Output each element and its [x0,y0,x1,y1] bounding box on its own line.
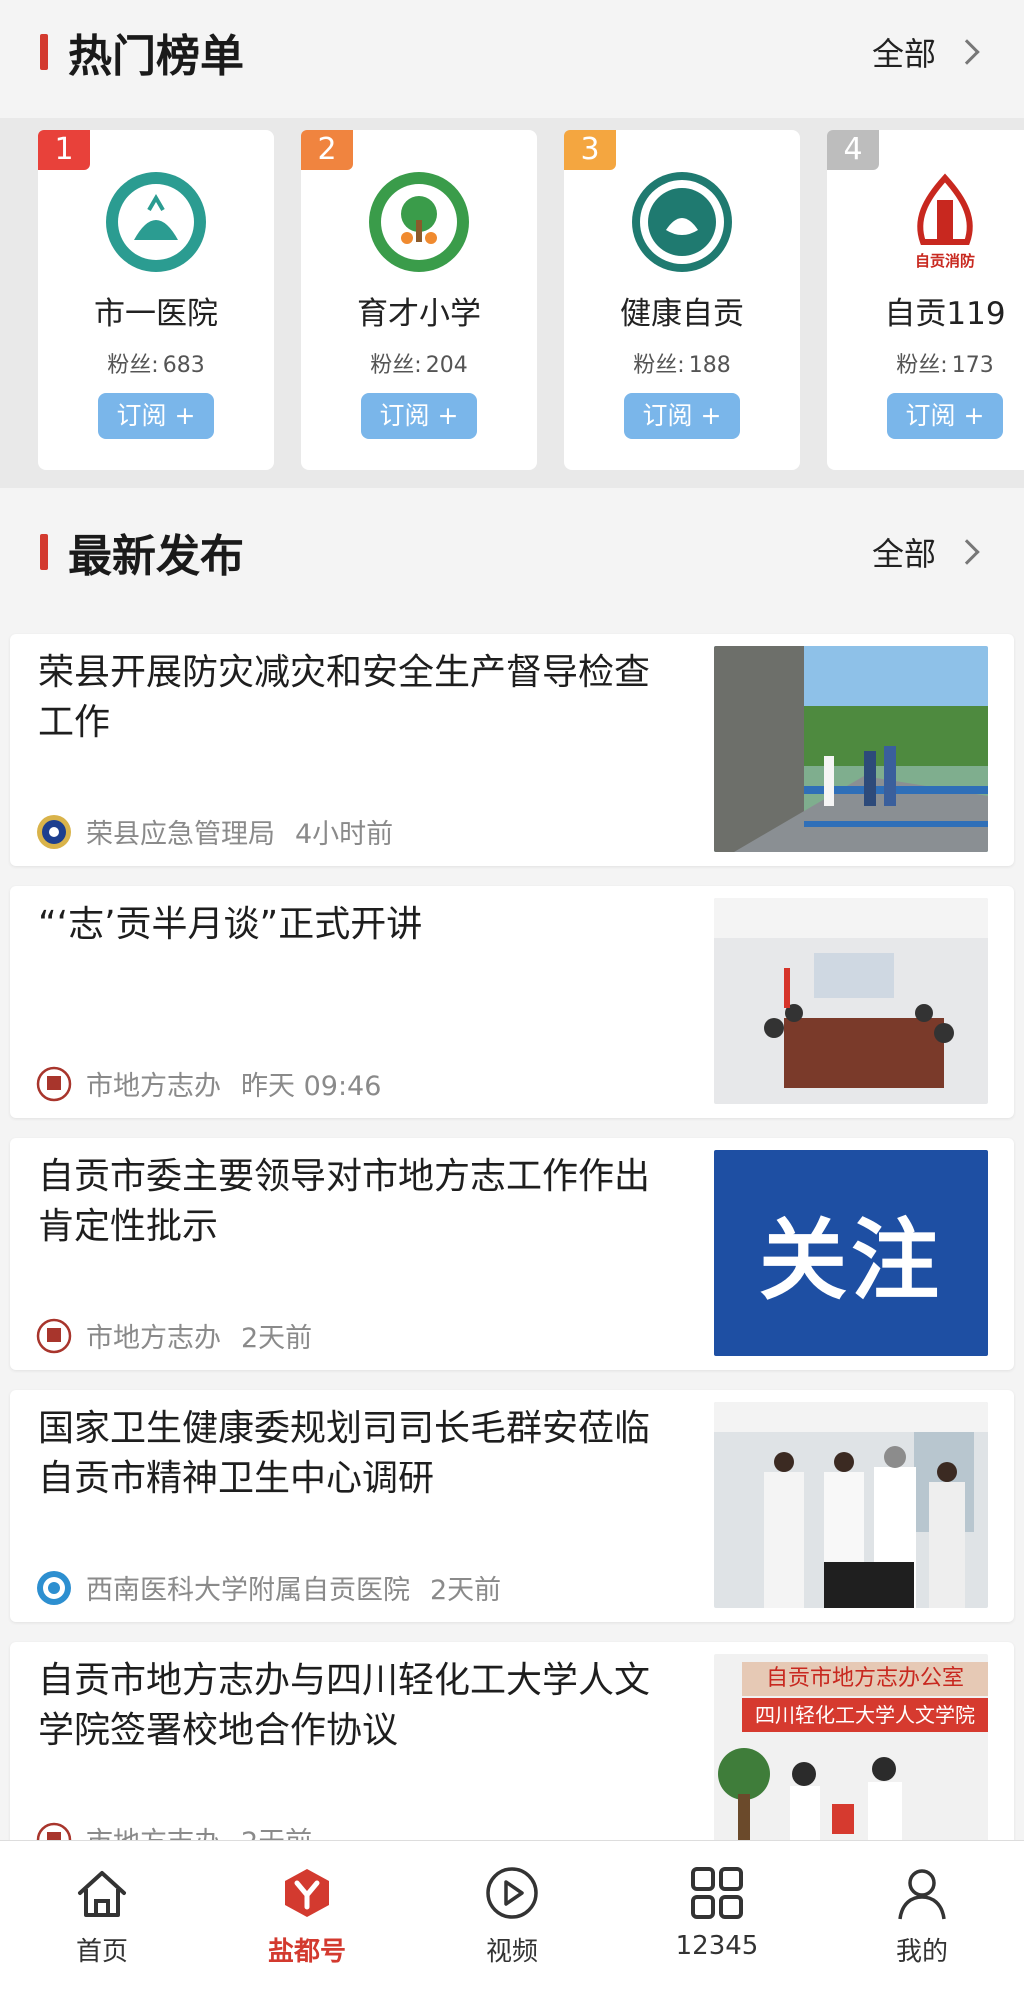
section-marker [40,534,48,570]
news-source: 市地方志办 [86,1323,221,1354]
fans-label: 粉丝: [633,353,685,378]
hot-card[interactable]: 4 自贡消防 自贡119 粉丝: 173 订阅 + [827,130,1024,470]
latest-more-label: 全部 [871,535,936,573]
chevron-right-icon [954,539,980,565]
fans-label: 粉丝: [896,353,948,378]
news-card[interactable]: “‘志’贡半月谈”正式开讲 市地方志办 昨天 09:46 [10,886,1014,1118]
yandu-icon [285,1869,329,1917]
latest-title-wrap: 最新发布 [40,520,244,584]
news-time: 2天前 [241,1323,313,1354]
news-title: 自贡市地方志办与四川轻化工大学人文学院签署校地合作协议 [38,1660,651,1751]
news-meta: 西南医科大学附属自贡医院 2天前 [36,1568,501,1607]
hot-card[interactable]: 2 育才小学 粉丝: 204 订阅 + [301,130,537,470]
fans-value: 204 [425,353,468,378]
tab-video[interactable]: 视频 [442,1865,582,1968]
hot-card-name: 自贡119 [884,296,1006,332]
news-meta: 荣县应急管理局 4小时前 [36,812,393,851]
tab-label: 我的 [895,1937,948,1967]
subscribe-button[interactable]: 订阅 + [361,393,477,439]
hot-more-label: 全部 [871,35,936,73]
hot-card[interactable]: 3 健康自贡 粉丝: 188 订阅 + [564,130,800,470]
news-title: 荣县开展防灾减灾和安全生产督导检查工作 [38,652,651,743]
tab-12345[interactable]: 12345 [647,1865,787,1961]
bottom-tab-bar: 首页 盐都号 视频 12345 我的 [0,1840,1024,1989]
tab-yandu[interactable]: 盐都号 [237,1865,377,1968]
hot-card[interactable]: 1 市一医院 粉丝: 683 订阅 + [38,130,274,470]
rank-badge: 1 [38,130,90,170]
latest-more-link[interactable]: 全部 [872,529,984,575]
hot-card-name: 健康自贡 [620,296,744,332]
subscribe-button[interactable]: 订阅 + [98,393,214,439]
fans-value: 188 [688,353,731,378]
news-card[interactable]: 荣县开展防灾减灾和安全生产督导检查工作 荣县应急管理局 4小时前 [10,634,1014,866]
hot-card-name: 育才小学 [357,296,481,332]
news-thumbnail: 自贡市地方志办公室 四川轻化工大学人文学院 [714,1654,988,1860]
tab-label: 视频 [485,1937,538,1967]
video-play-icon [486,1867,538,1919]
subscribe-button[interactable]: 订阅 + [624,393,740,439]
subscribe-button[interactable]: 订阅 + [887,393,1003,439]
fans-count: 粉丝: 683 [38,347,274,379]
news-source: 荣县应急管理局 [86,819,275,850]
news-time: 昨天 09:46 [241,1071,382,1102]
fans-label: 粉丝: [107,353,159,378]
fans-count: 粉丝: 188 [564,347,800,379]
grid-icon [691,1867,743,1919]
hot-title-wrap: 热门榜单 [40,20,244,84]
tab-home[interactable]: 首页 [32,1865,172,1968]
hot-section-title: 热门榜单 [68,31,244,82]
news-time: 2天前 [430,1575,502,1606]
fans-value: 683 [162,353,205,378]
fans-value: 173 [951,353,994,378]
tab-label: 12345 [675,1931,759,1961]
news-meta: 市地方志办 昨天 09:46 [36,1064,381,1103]
news-title: 国家卫生健康委规划司司长毛群安莅临自贡市精神卫生中心调研 [38,1408,651,1499]
tab-label: 盐都号 [267,1937,346,1967]
news-title: “‘志’贡半月谈”正式开讲 [38,904,423,945]
fans-count: 粉丝: 173 [827,347,1024,379]
gazetteer-seal-icon [36,1318,72,1354]
latest-section-title: 最新发布 [68,531,244,582]
hot-section-header: 热门榜单 全部 [0,2,1024,102]
news-thumbnail [714,1402,988,1608]
news-card[interactable]: 自贡市委主要领导对市地方志工作作出肯定性批示 市地方志办 2天前 关注 [10,1138,1014,1370]
news-thumbnail [714,898,988,1104]
school-logo-icon [367,170,471,274]
home-icon [78,1871,126,1917]
fire-logo-icon: 自贡消防 [893,170,997,274]
hospital-logo-icon [104,170,208,274]
news-card[interactable]: 国家卫生健康委规划司司长毛群安莅临自贡市精神卫生中心调研 西南医科大学附属自贡医… [10,1390,1014,1622]
news-title: 自贡市委主要领导对市地方志工作作出肯定性批示 [38,1156,651,1247]
fire-logo-text: 自贡消防 [915,252,975,270]
health-logo-icon [630,170,734,274]
news-meta: 市地方志办 2天前 [36,1316,312,1355]
news-source: 西南医科大学附属自贡医院 [86,1575,410,1606]
latest-section-header: 最新发布 全部 [0,502,1024,602]
news-time: 4小时前 [295,819,394,850]
rank-badge: 3 [564,130,616,170]
rank-badge: 2 [301,130,353,170]
chevron-right-icon [954,39,980,65]
fans-count: 粉丝: 204 [301,347,537,379]
hospital-badge-icon [36,1570,72,1606]
hot-card-name: 市一医院 [94,296,218,332]
rank-badge: 4 [827,130,879,170]
news-thumbnail [714,646,988,852]
news-source: 市地方志办 [86,1071,221,1102]
gazetteer-seal-icon [36,1066,72,1102]
tab-profile[interactable]: 我的 [852,1865,992,1968]
hot-list-strip[interactable]: 1 市一医院 粉丝: 683 订阅 + 2 育才小学 粉丝: 204 订阅 + … [0,118,1024,488]
hot-more-link[interactable]: 全部 [872,29,984,75]
section-marker [40,34,48,70]
profile-icon [898,1869,946,1920]
fans-label: 粉丝: [370,353,422,378]
news-thumbnail: 关注 [714,1150,988,1356]
thumb-text: 关注 [758,1208,943,1312]
emergency-badge-icon [36,814,72,850]
tab-label: 首页 [75,1937,128,1967]
